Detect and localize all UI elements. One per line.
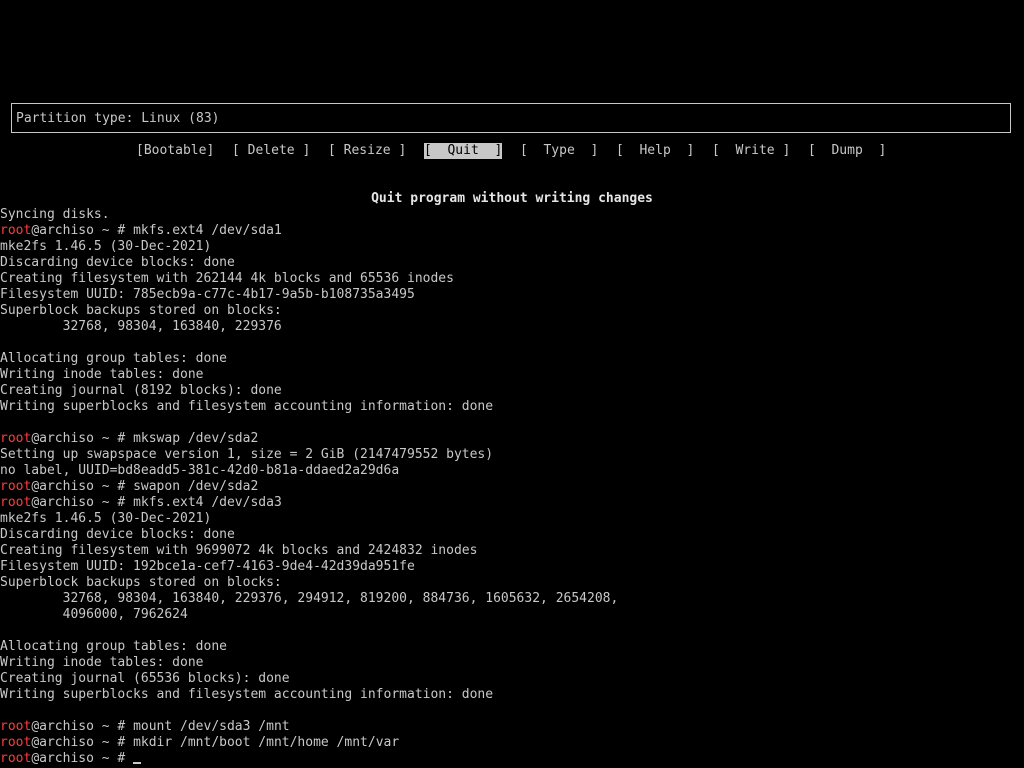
command-text: mkdir /mnt/boot /mnt/home /mnt/var xyxy=(133,735,400,750)
prompt-user: root xyxy=(0,735,32,750)
command-line: root@archiso ~ # mkswap /dev/sda2 xyxy=(0,431,1024,447)
prompt-host: @archiso ~ # xyxy=(31,223,134,238)
output-line: Writing inode tables: done xyxy=(0,655,204,670)
command-line: root@archiso ~ # mkfs.ext4 /dev/sda3 xyxy=(0,495,1024,511)
cfdisk-menu: [Bootable] [ Delete ] [ Resize ] [ Quit … xyxy=(0,143,1024,159)
active-prompt-line: root@archiso ~ # xyxy=(0,751,1024,767)
output-line: mke2fs 1.46.5 (30-Dec-2021) xyxy=(0,511,212,526)
command-text: mkfs.ext4 /dev/sda3 xyxy=(133,495,282,510)
output-line: Syncing disks. xyxy=(0,207,110,222)
output-line: Filesystem UUID: 192bce1a-cef7-4163-9de4… xyxy=(0,559,415,574)
prompt-host: @archiso ~ # xyxy=(31,751,134,766)
prompt-host: @archiso ~ # xyxy=(31,719,134,734)
prompt-user: root xyxy=(0,495,32,510)
output-line: Writing inode tables: done xyxy=(0,367,204,382)
output-line: Writing superblocks and filesystem accou… xyxy=(0,687,494,702)
partition-type-text: Partition type: Linux (83) xyxy=(16,111,220,126)
output-line: no label, UUID=bd8eadd5-381c-42d0-b81a-d… xyxy=(0,463,400,478)
prompt-host: @archiso ~ # xyxy=(31,431,134,446)
output-line: Filesystem UUID: 785ecb9a-c77c-4b17-9a5b… xyxy=(0,287,415,302)
menu-resize-button[interactable]: [ Resize ] xyxy=(328,143,406,159)
menu-help-button[interactable]: [ Help ] xyxy=(616,143,694,159)
prompt-host: @archiso ~ # xyxy=(31,495,134,510)
menu-write-button[interactable]: [ Write ] xyxy=(712,143,790,159)
menu-type-button[interactable]: [ Type ] xyxy=(520,143,598,159)
command-line: root@archiso ~ # mount /dev/sda3 /mnt xyxy=(0,719,1024,735)
output-line: Allocating group tables: done xyxy=(0,351,227,366)
terminal-output[interactable]: Syncing disks. root@archiso ~ # mkfs.ext4… xyxy=(0,207,1024,767)
menu-bootable-button[interactable]: [Bootable] xyxy=(136,143,214,159)
prompt-host: @archiso ~ # xyxy=(31,735,134,750)
cursor xyxy=(133,762,142,764)
prompt-user: root xyxy=(0,719,32,734)
command-text: mkfs.ext4 /dev/sda1 xyxy=(133,223,282,238)
command-line: root@archiso ~ # mkdir /mnt/boot /mnt/ho… xyxy=(0,735,1024,751)
output-line: Superblock backups stored on blocks: xyxy=(0,303,282,318)
output-line: Discarding device blocks: done xyxy=(0,255,235,270)
output-line: Writing superblocks and filesystem accou… xyxy=(0,399,494,414)
prompt-user: root xyxy=(0,479,32,494)
output-line: Discarding device blocks: done xyxy=(0,527,235,542)
prompt-host: @archiso ~ # xyxy=(31,479,134,494)
prompt-user: root xyxy=(0,223,32,238)
prompt-user: root xyxy=(0,751,32,766)
output-line: Creating filesystem with 9699072 4k bloc… xyxy=(0,543,478,558)
menu-delete-button[interactable]: [ Delete ] xyxy=(232,143,310,159)
command-text: swapon /dev/sda2 xyxy=(133,479,259,494)
menu-hint-text: Quit program without writing changes xyxy=(371,191,653,206)
output-line: Creating journal (65536 blocks): done xyxy=(0,671,290,686)
command-text: mount /dev/sda3 /mnt xyxy=(133,719,290,734)
prompt-user: root xyxy=(0,431,32,446)
menu-quit-button[interactable]: [ Quit ] xyxy=(424,143,503,159)
command-line: root@archiso ~ # swapon /dev/sda2 xyxy=(0,479,1024,495)
output-line: Superblock backups stored on blocks: xyxy=(0,575,282,590)
output-line: Setting up swapspace version 1, size = 2… xyxy=(0,447,494,462)
output-line: Creating filesystem with 262144 4k block… xyxy=(0,271,454,286)
output-line: 32768, 98304, 163840, 229376 xyxy=(0,319,282,334)
output-line: Allocating group tables: done xyxy=(0,639,227,654)
output-line: 4096000, 7962624 xyxy=(0,607,188,622)
output-line: Creating journal (8192 blocks): done xyxy=(0,383,282,398)
output-line: 32768, 98304, 163840, 229376, 294912, 81… xyxy=(0,591,619,606)
command-text: mkswap /dev/sda2 xyxy=(133,431,259,446)
output-line: mke2fs 1.46.5 (30-Dec-2021) xyxy=(0,239,212,254)
partition-info-box: Partition type: Linux (83) xyxy=(11,103,1011,133)
menu-dump-button[interactable]: [ Dump ] xyxy=(808,143,886,159)
command-line: root@archiso ~ # mkfs.ext4 /dev/sda1 xyxy=(0,223,1024,239)
